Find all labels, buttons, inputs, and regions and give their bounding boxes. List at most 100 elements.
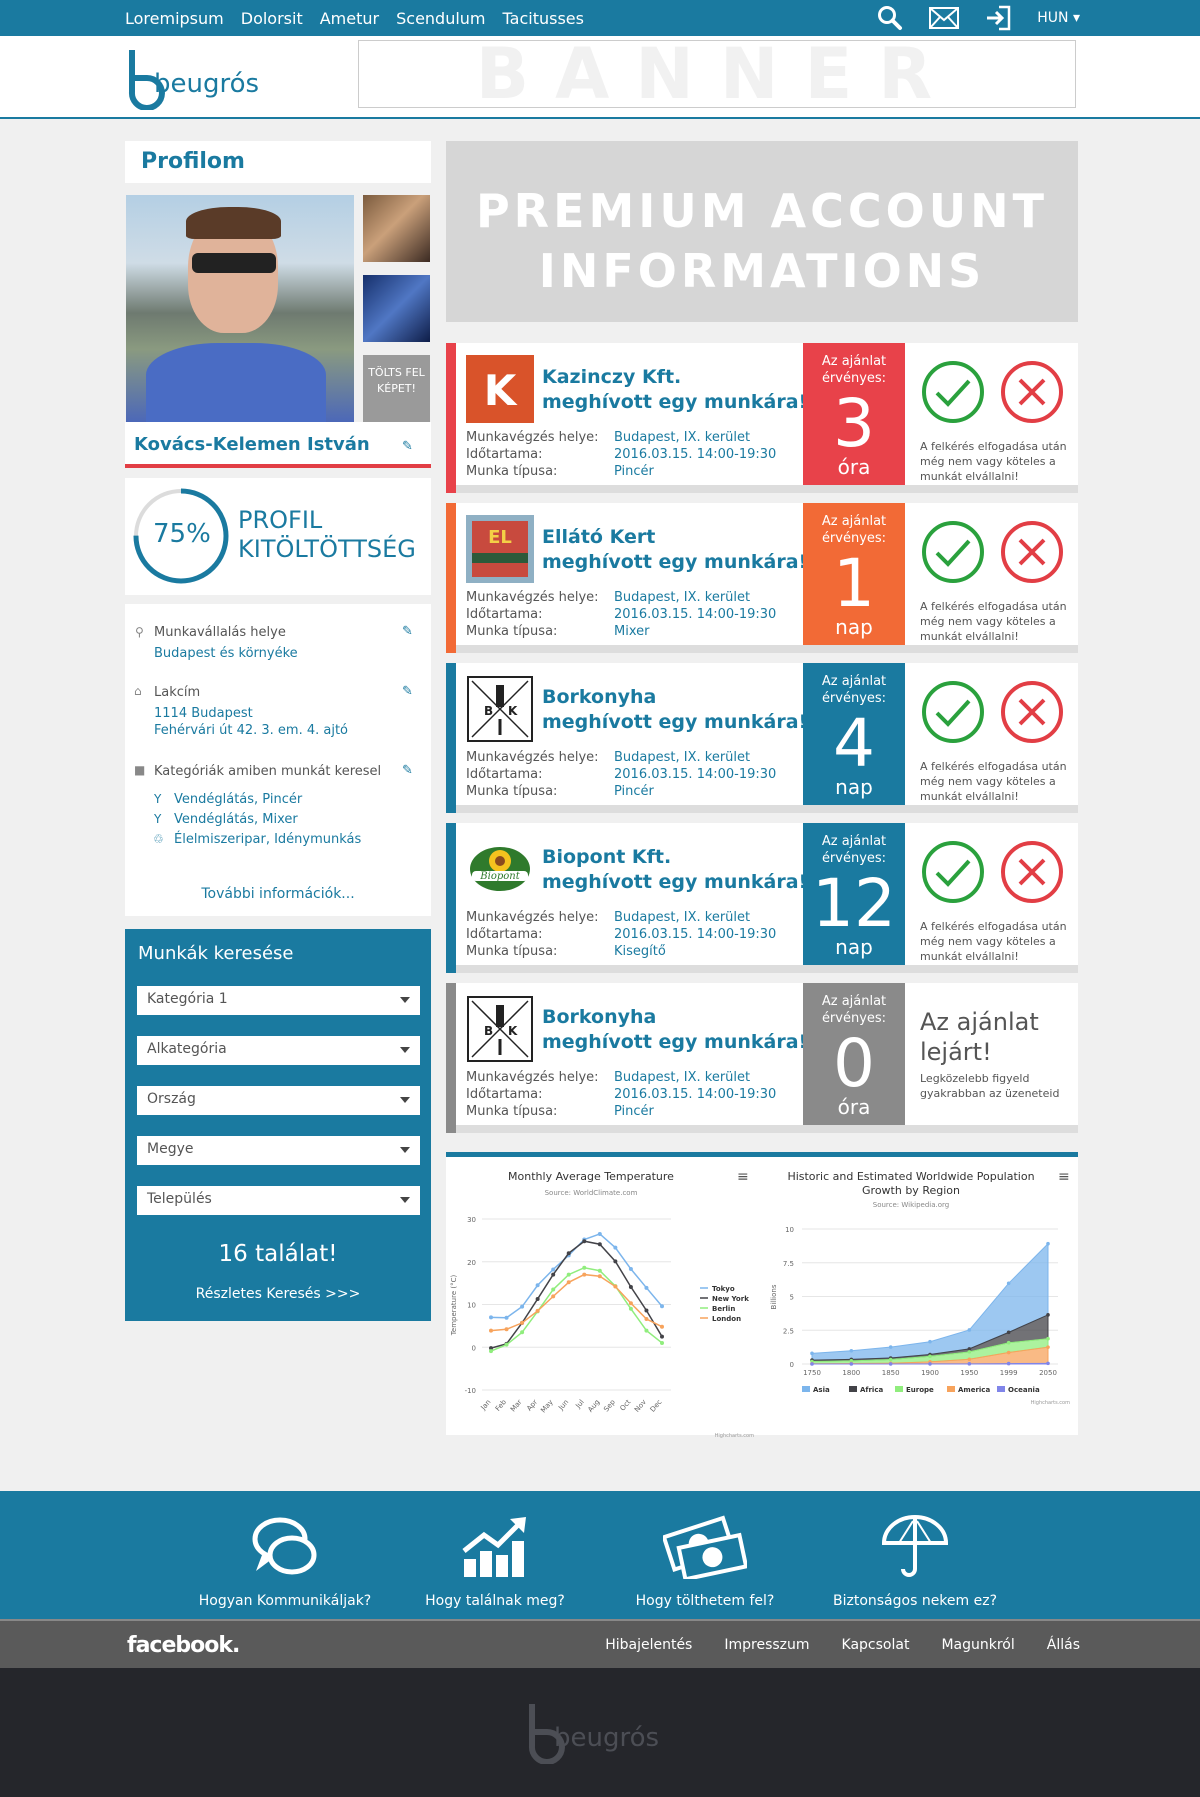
footer-link-jobs[interactable]: Állás <box>1047 1637 1080 1653</box>
site-logo[interactable]: beugrós <box>124 48 274 114</box>
photo-thumbnail-1[interactable] <box>363 195 430 262</box>
nav-item-dolorsit[interactable]: Dolorsit <box>241 9 303 28</box>
nav-item-tacitusses[interactable]: Tacitusses <box>503 9 584 28</box>
language-select[interactable]: HUN ▾ <box>1037 10 1080 26</box>
validity-label: Az ajánlat érvényes: <box>803 513 905 547</box>
chart1-point <box>644 1285 649 1290</box>
chart2-legend-label: Europe <box>906 1386 934 1394</box>
offer-subtitle: meghívott egy munkára! <box>542 871 808 893</box>
validity-line: Az ajánlat <box>821 834 887 849</box>
footer-link-about[interactable]: Magunkról <box>941 1637 1014 1653</box>
select-country[interactable]: Ország <box>137 1086 420 1115</box>
footer-logo[interactable]: beugrós <box>524 1702 674 1764</box>
detailed-search-link[interactable]: Részletes Keresés >>> <box>125 1286 431 1302</box>
footer-item-communicate[interactable]: Hogyan Kommunikáljak? <box>185 1497 385 1609</box>
validity-unit: nap <box>835 935 873 959</box>
chart1-point <box>504 1327 509 1332</box>
chart1-point <box>597 1268 602 1273</box>
upload-photo-button[interactable]: TÖLTS FEL KÉPET! <box>363 355 430 422</box>
chart1-point <box>551 1272 556 1277</box>
offer-subtitle: meghívott egy munkára! <box>542 711 808 733</box>
offer-card[interactable]: B K Borkonyha meghívott egy munkára! Munkavé… <box>446 983 1078 1133</box>
offer-title: Biopont Kft. meghívott egy munkára! <box>542 845 807 895</box>
validity-unit: óra <box>837 1095 871 1119</box>
validity-label: Az ajánlat érvényes: <box>803 833 905 867</box>
reject-button[interactable] <box>1000 840 1064 904</box>
validity-line: érvényes: <box>821 1011 887 1026</box>
umbrella-icon <box>881 1515 949 1577</box>
accept-button[interactable] <box>921 840 985 904</box>
validity-unit: nap <box>835 775 873 799</box>
language-label: HUN <box>1037 10 1069 26</box>
reject-button[interactable] <box>1000 680 1064 744</box>
select-subcategory[interactable]: Alkategória <box>137 1036 420 1065</box>
validity-line: érvényes: <box>821 691 887 706</box>
reject-button[interactable] <box>1000 360 1064 424</box>
mail-icon[interactable] <box>929 7 960 29</box>
chart1-point <box>566 1272 571 1277</box>
edit-pencil-icon[interactable]: ✎ <box>402 684 413 699</box>
accept-button[interactable] <box>921 360 985 424</box>
chart1-point <box>660 1340 664 1345</box>
cocktail-icon: Y <box>154 812 162 826</box>
photo-thumbnail-2[interactable] <box>363 275 430 342</box>
edit-pencil-icon[interactable]: ✎ <box>402 624 413 639</box>
profile-completion-panel: 75% PROFIL KITÖLTÖTTSÉG <box>125 478 431 595</box>
borkonyha-logo: BK <box>467 676 533 742</box>
accept-button[interactable] <box>921 680 985 744</box>
login-icon[interactable] <box>985 5 1011 31</box>
select-category[interactable]: Kategória 1 <box>137 986 420 1015</box>
footer-item-upload[interactable]: Hogy tölthetem fel? <box>605 1497 805 1609</box>
footer-link-imprint[interactable]: Impresszum <box>724 1637 809 1653</box>
banner-ad[interactable]: BANNER <box>358 33 1076 115</box>
chart2-ytick-label: 7.5 <box>783 1260 794 1268</box>
chart1-point <box>660 1324 664 1329</box>
nav-item-loremipsum[interactable]: Loremipsum <box>125 9 224 28</box>
validity-box: Az ajánlat érvényes: 4 nap <box>803 663 905 813</box>
place-label: Munkavégzés helye: <box>466 430 599 445</box>
footer-item-find[interactable]: Hogy találnak meg? <box>395 1497 595 1609</box>
duration-value: 2016.03.15. 14:00-19:30 <box>614 1087 777 1102</box>
accept-button[interactable] <box>921 520 985 584</box>
nav-item-scendulum[interactable]: Scendulum <box>396 9 485 28</box>
type-value: Pincér <box>614 1104 654 1119</box>
footer-link-contact[interactable]: Kapcsolat <box>842 1637 910 1653</box>
chart2-point <box>888 1357 893 1362</box>
chart2-point <box>967 1328 972 1332</box>
chart1-svg: -10 0 10 20 30 Temperature (°C) Jan Feb Mar Apr Ma… <box>450 1216 754 1439</box>
offer-subtitle: meghívott egy munkára! <box>542 1031 808 1053</box>
nav-item-ametur[interactable]: Ametur <box>320 9 379 28</box>
offer-card[interactable]: K Kazinczy Kft. meghívott egy munkára! Munk… <box>446 343 1078 493</box>
offer-card[interactable]: EL Ellátó Kert meghívott egy munkára! Munka… <box>446 503 1078 653</box>
note-line: még nem vagy köteles a <box>920 935 1056 948</box>
validity-box: Az ajánlat érvényes: 12 nap <box>803 823 905 973</box>
offer-company: Ellátó Kert <box>542 526 656 548</box>
chart2-xtick-label: 1999 <box>1000 1369 1018 1377</box>
edit-pencil-icon[interactable]: ✎ <box>402 763 413 778</box>
chart1-legend-label: New York <box>712 1295 749 1303</box>
select-city[interactable]: Település <box>137 1186 420 1215</box>
footer-link-bug-report[interactable]: Hibajelentés <box>605 1637 692 1653</box>
offer-card[interactable]: Biopont Biopont Kft. meghívott egy munkára… <box>446 823 1078 973</box>
edit-pencil-icon[interactable]: ✎ <box>402 439 413 454</box>
validity-box: Az ajánlat érvényes: 3 óra <box>803 343 905 493</box>
place-value: Budapest, IX. kerület <box>614 590 751 605</box>
reject-button[interactable] <box>1000 520 1064 584</box>
chart1-ytick-label: 30 <box>467 1216 476 1224</box>
offer-card[interactable]: B K Borkonyha meghívott egy munkára! Munkavé… <box>446 663 1078 813</box>
place-value: Budapest, IX. kerület <box>614 750 751 765</box>
profile-photo[interactable] <box>126 195 354 423</box>
search-icon[interactable] <box>877 5 903 31</box>
footer-item-safety[interactable]: Biztonságos nekem ez? <box>815 1497 1015 1609</box>
photo-shirt <box>146 343 326 423</box>
chart2-legend-label: Oceania <box>1008 1386 1040 1394</box>
chart1-menu-icon[interactable]: ≡ <box>737 1169 749 1185</box>
more-info-link[interactable]: További információk... <box>125 886 431 902</box>
chart2-legend-swatch <box>895 1386 903 1392</box>
footer-item-label: Biztonságos nekem ez? <box>832 1593 998 1609</box>
chart2-menu-icon[interactable]: ≡ <box>1058 1169 1070 1185</box>
facebook-link[interactable]: facebook. <box>127 1633 240 1658</box>
footer-item-label: Hogy találnak meg? <box>425 1593 565 1609</box>
place-value: Budapest, IX. kerület <box>614 1070 751 1085</box>
select-county[interactable]: Megye <box>137 1136 420 1165</box>
